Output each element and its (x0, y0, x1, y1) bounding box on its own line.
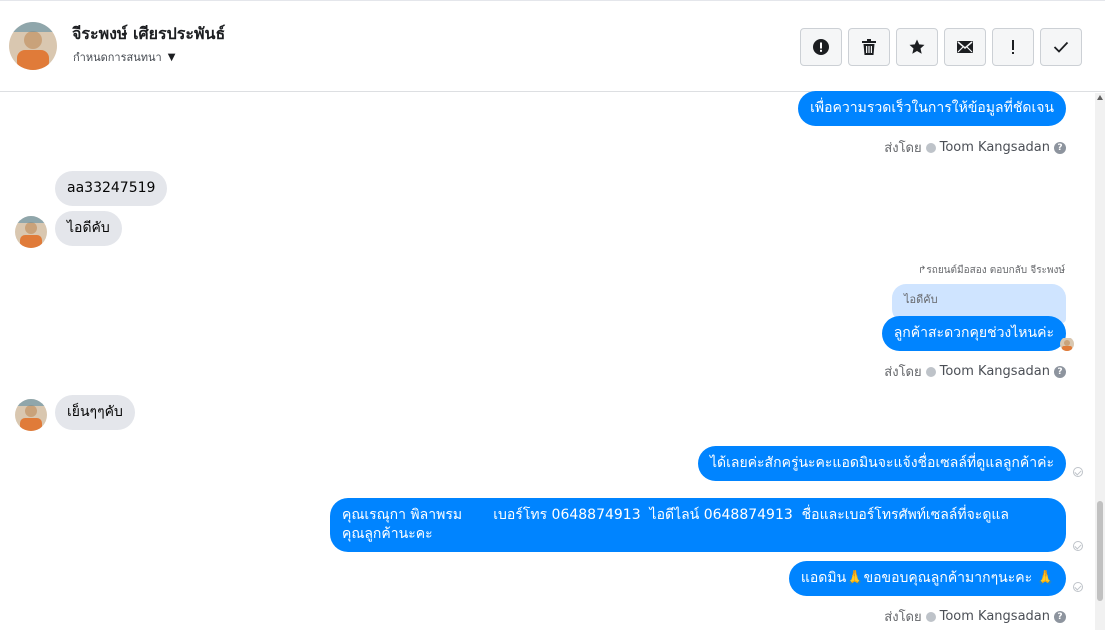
contact-name: จีระพงษ์ เศียรประพันธ์ (72, 24, 226, 43)
verified-icon (925, 142, 936, 153)
reply-label-text: รถยนต์มือสอง ตอบกลับ จีระพงษ์ (926, 265, 1065, 276)
contact-avatar-small[interactable] (15, 399, 47, 431)
message-text-line: คุณเรณุกา พิลาพรม เบอร์โทร 0648874913 ไอ… (342, 507, 1010, 523)
verified-icon (925, 366, 936, 377)
delivered-icon (1073, 582, 1083, 592)
reply-label: ↱รถยนต์มือสอง ตอบกลับ จีระพงษ์ (918, 263, 1065, 278)
message-bubble-incoming[interactable]: aa33247519 (55, 171, 168, 206)
delivered-icon (1073, 541, 1083, 551)
exclamation-icon (1012, 40, 1014, 54)
contact-avatar-small[interactable] (15, 216, 47, 248)
message-thread[interactable]: เพื่อความรวดเร็วในการให้ข้อมูลที่ชัดเจน … (0, 91, 1095, 630)
message-bubble-outgoing[interactable]: คุณเรณุกา พิลาพรม เบอร์โทร 0648874913 ไอ… (330, 498, 1066, 552)
sent-by-prefix: ส่งโดย (884, 141, 922, 156)
sender-name[interactable]: Toom Kangsadan (940, 609, 1050, 624)
sender-name[interactable]: Toom Kangsadan (940, 140, 1050, 155)
checkmark-icon (1053, 41, 1069, 53)
mark-unread-button[interactable] (944, 28, 986, 66)
message-bubble-outgoing[interactable]: ลูกค้าสะดวกคุยช่วงไหนค่ะ (881, 316, 1066, 351)
seen-avatar (1060, 337, 1074, 351)
sent-by-line: ส่งโดย Toom Kangsadan ? (884, 361, 1066, 382)
message-bubble-outgoing[interactable]: เพื่อความรวดเร็วในการให้ข้อมูลที่ชัดเจน (798, 91, 1066, 126)
delivered-icon (1073, 467, 1083, 477)
message-text: ได้เลยค่ะสักครู่นะคะแอดมินจะแจ้งชื่อเซลล… (709, 455, 1054, 471)
help-icon[interactable]: ? (1054, 610, 1066, 623)
spam-button[interactable] (800, 28, 842, 66)
sent-by-prefix: ส่งโดย (884, 365, 922, 380)
conversation-settings-dropdown[interactable]: กำหนดการสนทนา ▼ (73, 48, 175, 66)
thread-scrollbar[interactable] (1095, 93, 1105, 630)
message-bubble-incoming[interactable]: เย็นๆๆคับ (55, 395, 135, 430)
help-icon[interactable]: ? (1054, 365, 1066, 378)
conversation-header: จีระพงษ์ เศียรประพันธ์ กำหนดการสนทนา ▼ (0, 0, 1105, 92)
sent-by-prefix: ส่งโดย (884, 610, 922, 625)
sent-by-line: ส่งโดย Toom Kangsadan ? (884, 137, 1066, 158)
done-button[interactable] (1040, 28, 1082, 66)
header-actions (800, 28, 1082, 66)
sender-name[interactable]: Toom Kangsadan (940, 364, 1050, 379)
message-bubble-incoming[interactable]: ไอดีคับ (55, 211, 122, 246)
message-text: แอดมิน🙏ขอขอบคุณลูกค้ามากๆนะคะ 🙏 (800, 570, 1054, 586)
sent-by-line: ส่งโดย Toom Kangsadan ? (884, 606, 1066, 627)
important-button[interactable] (992, 28, 1034, 66)
message-bubble-outgoing[interactable]: ได้เลยค่ะสักครู่นะคะแอดมินจะแจ้งชื่อเซลล… (697, 446, 1066, 481)
scroll-up-arrow-icon[interactable] (1097, 95, 1103, 100)
delete-button[interactable] (848, 28, 890, 66)
contact-avatar[interactable] (9, 22, 57, 70)
message-text: เพื่อความรวดเร็วในการให้ข้อมูลที่ชัดเจน (810, 100, 1054, 116)
verified-icon (925, 611, 936, 622)
message-text: ลูกค้าสะดวกคุยช่วงไหนค่ะ (893, 325, 1054, 341)
caret-down-icon: ▼ (167, 51, 176, 63)
message-bubble-outgoing[interactable]: แอดมิน🙏ขอขอบคุณลูกค้ามากๆนะคะ 🙏 (788, 561, 1066, 596)
envelope-icon (957, 41, 973, 53)
trash-icon (862, 39, 876, 55)
star-icon (909, 39, 925, 54)
scrollbar-thumb[interactable] (1097, 501, 1103, 601)
message-text: เย็นๆๆคับ (67, 404, 123, 420)
message-text: aa33247519 (67, 180, 156, 196)
message-text-line: คุณลูกค้านะคะ (342, 526, 433, 542)
conversation-settings-label: กำหนดการสนทนา (73, 51, 162, 64)
message-text: ไอดีคับ (67, 220, 110, 236)
alert-circle-icon (813, 39, 829, 55)
help-icon[interactable]: ? (1054, 141, 1066, 154)
quoted-text: ไอดีคับ (904, 293, 938, 306)
star-button[interactable] (896, 28, 938, 66)
header-divider (0, 0, 1105, 4)
